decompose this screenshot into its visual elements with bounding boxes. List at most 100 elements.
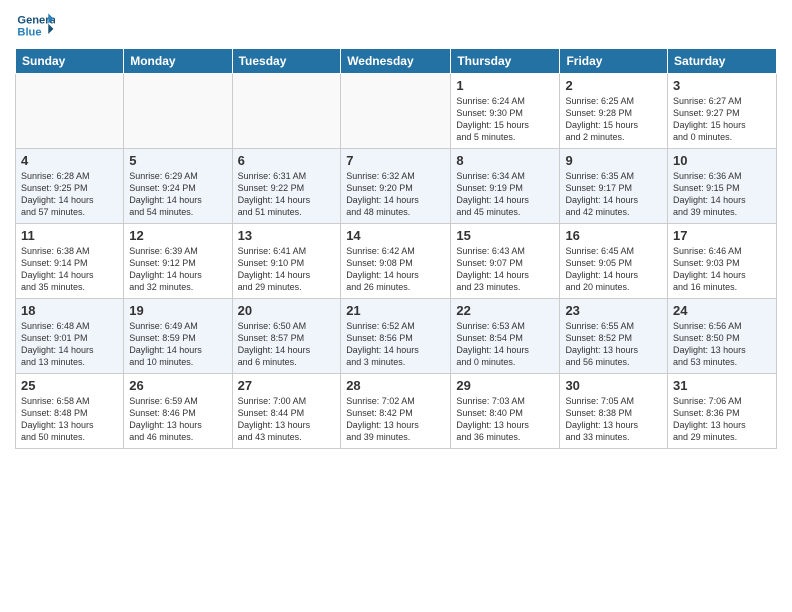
- date-number: 2: [565, 78, 662, 93]
- date-number: 31: [673, 378, 771, 393]
- cell-info-text: Sunrise: 6:53 AM Sunset: 8:54 PM Dayligh…: [456, 320, 554, 369]
- date-number: 11: [21, 228, 118, 243]
- calendar-cell: 4Sunrise: 6:28 AM Sunset: 9:25 PM Daylig…: [16, 149, 124, 224]
- calendar-cell: 14Sunrise: 6:42 AM Sunset: 9:08 PM Dayli…: [341, 224, 451, 299]
- cell-info-text: Sunrise: 6:58 AM Sunset: 8:48 PM Dayligh…: [21, 395, 118, 444]
- cell-info-text: Sunrise: 6:48 AM Sunset: 9:01 PM Dayligh…: [21, 320, 118, 369]
- cell-info-text: Sunrise: 6:55 AM Sunset: 8:52 PM Dayligh…: [565, 320, 662, 369]
- date-number: 13: [238, 228, 336, 243]
- calendar-cell: 28 Sunrise: 7:02 AM Sunset: 8:42 PM Dayli…: [341, 374, 451, 449]
- date-number: 24: [673, 303, 771, 318]
- date-number: 12: [129, 228, 226, 243]
- logo: GeneralBlue: [15, 10, 57, 40]
- date-number: 30: [565, 378, 662, 393]
- date-number: 19: [129, 303, 226, 318]
- cell-info-text: Sunrise: 6:25 AM Sunset: 9:28 PM Dayligh…: [565, 95, 662, 144]
- date-number: 16: [565, 228, 662, 243]
- calendar-cell: 10 Sunrise: 6:36 AM Sunset: 9:15 PM Dayli…: [668, 149, 777, 224]
- date-number: 5: [129, 153, 226, 168]
- cell-info-text: Sunrise: 6:41 AM Sunset: 9:10 PM Dayligh…: [238, 245, 336, 294]
- cell-info-text: Sunrise: 6:52 AM Sunset: 8:56 PM Dayligh…: [346, 320, 445, 369]
- cell-info-text: Sunrise: 6:29 AM Sunset: 9:24 PM Dayligh…: [129, 170, 226, 219]
- cell-info-text: Sunrise: 6:36 AM Sunset: 9:15 PM Dayligh…: [673, 170, 771, 219]
- calendar-cell: 23Sunrise: 6:55 AM Sunset: 8:52 PM Dayli…: [560, 299, 668, 374]
- calendar-cell: 3 Sunrise: 6:27 AM Sunset: 9:27 PM Daylig…: [668, 74, 777, 149]
- calendar-cell: 20Sunrise: 6:50 AM Sunset: 8:57 PM Dayli…: [232, 299, 341, 374]
- date-number: 17: [673, 228, 771, 243]
- date-number: 29: [456, 378, 554, 393]
- header-sunday: Sunday: [16, 49, 124, 74]
- calendar-cell: 8 Sunrise: 6:34 AM Sunset: 9:19 PM Daylig…: [451, 149, 560, 224]
- cell-info-text: Sunrise: 6:50 AM Sunset: 8:57 PM Dayligh…: [238, 320, 336, 369]
- cell-info-text: Sunrise: 6:43 AM Sunset: 9:07 PM Dayligh…: [456, 245, 554, 294]
- date-number: 4: [21, 153, 118, 168]
- cell-info-text: Sunrise: 6:49 AM Sunset: 8:59 PM Dayligh…: [129, 320, 226, 369]
- cell-info-text: Sunrise: 6:56 AM Sunset: 8:50 PM Dayligh…: [673, 320, 771, 369]
- page-container: GeneralBlue Sunday Monday Tuesday Wednes…: [0, 0, 792, 459]
- svg-text:Blue: Blue: [17, 27, 41, 39]
- date-number: 9: [565, 153, 662, 168]
- date-number: 28: [346, 378, 445, 393]
- calendar-cell: 15 Sunrise: 6:43 AM Sunset: 9:07 PM Dayli…: [451, 224, 560, 299]
- cell-info-text: Sunrise: 6:45 AM Sunset: 9:05 PM Dayligh…: [565, 245, 662, 294]
- calendar-cell: 1 Sunrise: 6:24 AM Sunset: 9:30 PM Daylig…: [451, 74, 560, 149]
- cell-info-text: Sunrise: 6:27 AM Sunset: 9:27 PM Dayligh…: [673, 95, 771, 144]
- cell-info-text: Sunrise: 6:31 AM Sunset: 9:22 PM Dayligh…: [238, 170, 336, 219]
- header-wednesday: Wednesday: [341, 49, 451, 74]
- cell-info-text: Sunrise: 6:42 AM Sunset: 9:08 PM Dayligh…: [346, 245, 445, 294]
- cell-info-text: Sunrise: 6:38 AM Sunset: 9:14 PM Dayligh…: [21, 245, 118, 294]
- cell-info-text: Sunrise: 6:34 AM Sunset: 9:19 PM Dayligh…: [456, 170, 554, 219]
- calendar-cell: 17Sunrise: 6:46 AM Sunset: 9:03 PM Dayli…: [668, 224, 777, 299]
- cell-info-text: Sunrise: 6:24 AM Sunset: 9:30 PM Dayligh…: [456, 95, 554, 144]
- calendar-cell: 30Sunrise: 7:05 AM Sunset: 8:38 PM Dayli…: [560, 374, 668, 449]
- calendar-week-row: 18Sunrise: 6:48 AM Sunset: 9:01 PM Dayli…: [16, 299, 777, 374]
- logo-icon: GeneralBlue: [15, 10, 55, 40]
- date-number: 8: [456, 153, 554, 168]
- calendar-cell: [124, 74, 232, 149]
- date-number: 27: [238, 378, 336, 393]
- calendar-header-row: Sunday Monday Tuesday Wednesday Thursday…: [16, 49, 777, 74]
- calendar-cell: 31 Sunrise: 7:06 AM Sunset: 8:36 PM Dayli…: [668, 374, 777, 449]
- date-number: 25: [21, 378, 118, 393]
- cell-info-text: Sunrise: 6:35 AM Sunset: 9:17 PM Dayligh…: [565, 170, 662, 219]
- calendar-cell: 16 Sunrise: 6:45 AM Sunset: 9:05 PM Dayli…: [560, 224, 668, 299]
- calendar-cell: 21 Sunrise: 6:52 AM Sunset: 8:56 PM Dayli…: [341, 299, 451, 374]
- date-number: 10: [673, 153, 771, 168]
- date-number: 1: [456, 78, 554, 93]
- calendar-cell: 9 Sunrise: 6:35 AM Sunset: 9:17 PM Daylig…: [560, 149, 668, 224]
- cell-info-text: Sunrise: 7:06 AM Sunset: 8:36 PM Dayligh…: [673, 395, 771, 444]
- date-number: 3: [673, 78, 771, 93]
- calendar-cell: 27Sunrise: 7:00 AM Sunset: 8:44 PM Dayli…: [232, 374, 341, 449]
- header-saturday: Saturday: [668, 49, 777, 74]
- calendar-cell: 13 Sunrise: 6:41 AM Sunset: 9:10 PM Dayli…: [232, 224, 341, 299]
- calendar-cell: 18Sunrise: 6:48 AM Sunset: 9:01 PM Dayli…: [16, 299, 124, 374]
- calendar-cell: [232, 74, 341, 149]
- calendar-cell: 26Sunrise: 6:59 AM Sunset: 8:46 PM Dayli…: [124, 374, 232, 449]
- calendar-cell: 22Sunrise: 6:53 AM Sunset: 8:54 PM Dayli…: [451, 299, 560, 374]
- calendar-cell: [16, 74, 124, 149]
- cell-info-text: Sunrise: 6:39 AM Sunset: 9:12 PM Dayligh…: [129, 245, 226, 294]
- calendar-cell: 5 Sunrise: 6:29 AM Sunset: 9:24 PM Daylig…: [124, 149, 232, 224]
- date-number: 15: [456, 228, 554, 243]
- header-tuesday: Tuesday: [232, 49, 341, 74]
- cell-info-text: Sunrise: 7:02 AM Sunset: 8:42 PM Dayligh…: [346, 395, 445, 444]
- calendar-cell: 2 Sunrise: 6:25 AM Sunset: 9:28 PM Daylig…: [560, 74, 668, 149]
- header-monday: Monday: [124, 49, 232, 74]
- date-number: 21: [346, 303, 445, 318]
- calendar-cell: 11 Sunrise: 6:38 AM Sunset: 9:14 PM Dayli…: [16, 224, 124, 299]
- calendar-cell: 19 Sunrise: 6:49 AM Sunset: 8:59 PM Dayli…: [124, 299, 232, 374]
- calendar-week-row: 1 Sunrise: 6:24 AM Sunset: 9:30 PM Daylig…: [16, 74, 777, 149]
- calendar-week-row: 25 Sunrise: 6:58 AM Sunset: 8:48 PM Dayli…: [16, 374, 777, 449]
- calendar-cell: 12 Sunrise: 6:39 AM Sunset: 9:12 PM Dayli…: [124, 224, 232, 299]
- calendar-week-row: 4Sunrise: 6:28 AM Sunset: 9:25 PM Daylig…: [16, 149, 777, 224]
- date-number: 26: [129, 378, 226, 393]
- cell-info-text: Sunrise: 7:03 AM Sunset: 8:40 PM Dayligh…: [456, 395, 554, 444]
- header-friday: Friday: [560, 49, 668, 74]
- cell-info-text: Sunrise: 6:32 AM Sunset: 9:20 PM Dayligh…: [346, 170, 445, 219]
- calendar-cell: [341, 74, 451, 149]
- date-number: 7: [346, 153, 445, 168]
- page-header: GeneralBlue: [15, 10, 777, 40]
- calendar-table: Sunday Monday Tuesday Wednesday Thursday…: [15, 48, 777, 449]
- calendar-cell: 25 Sunrise: 6:58 AM Sunset: 8:48 PM Dayli…: [16, 374, 124, 449]
- calendar-week-row: 11 Sunrise: 6:38 AM Sunset: 9:14 PM Dayli…: [16, 224, 777, 299]
